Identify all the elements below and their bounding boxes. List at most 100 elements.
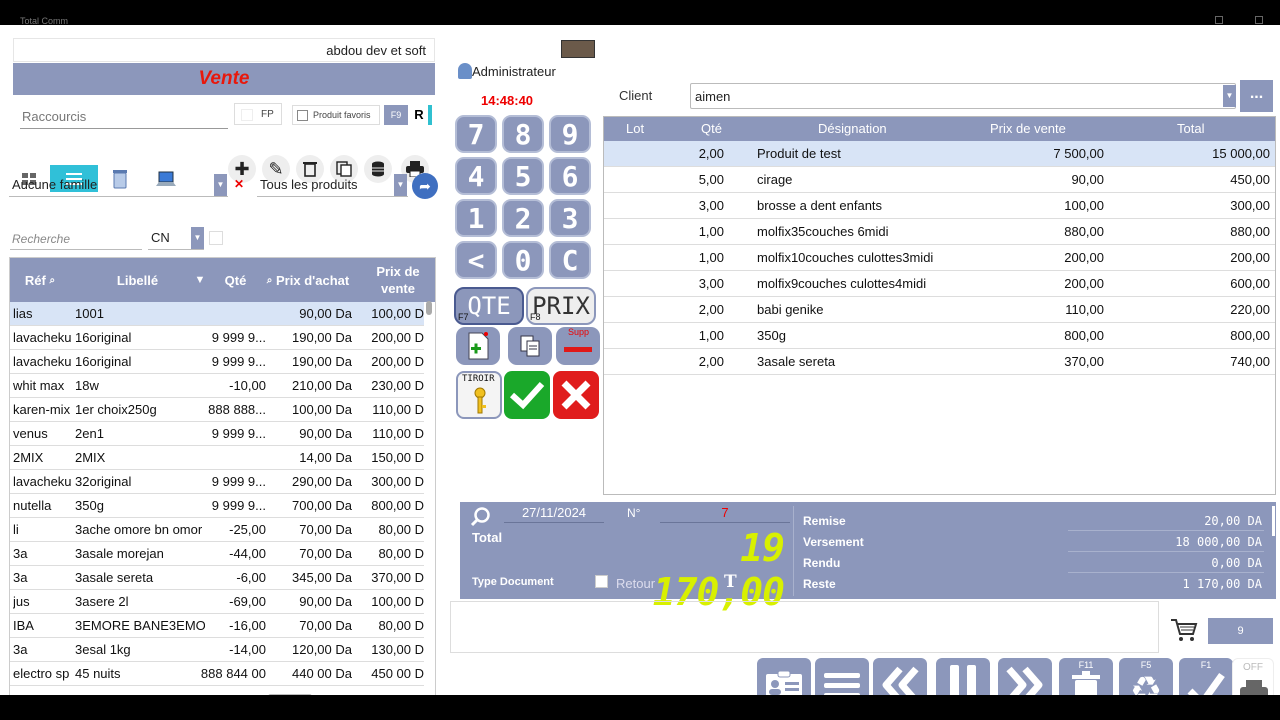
col-buy-price[interactable]: ⌕ Prix d'achat	[260, 258, 356, 302]
sale-line-row[interactable]: 3,00 molfix9couches culottes4midi 200,00 60…	[604, 271, 1275, 297]
delete-line-button[interactable]: Supp	[556, 327, 600, 365]
table-row[interactable]: karen-mix 1er choix250g 888 888... 100,00 D…	[10, 398, 424, 422]
col-price[interactable]: Prix de vente	[990, 117, 1066, 141]
clear-button[interactable]: F11	[1059, 658, 1113, 695]
table-row[interactable]: lavacheku 16original 9 999 9... 190,00 Da 20…	[10, 326, 424, 350]
family-select[interactable]: Aucune famille ▼	[9, 173, 228, 197]
keypad-key[interactable]: 5	[502, 157, 544, 195]
doc-date[interactable]: 27/11/2024	[504, 505, 604, 523]
f8-label: F8	[530, 312, 541, 322]
shortcuts-input[interactable]	[20, 105, 228, 129]
line-total: 450,00	[1230, 172, 1270, 187]
row-buy-price: 120,00 Da	[292, 642, 352, 657]
filter-icon[interactable]: ▼	[192, 258, 208, 302]
row-sell-price: 100,00 D	[371, 594, 424, 609]
sale-line-row[interactable]: 1,00 molfix35couches 6midi 880,00 880,00	[604, 219, 1275, 245]
table-row[interactable]: 3a 3esal 1kg -14,00 120,00 Da 130,00 D	[10, 638, 424, 662]
row-sell-price: 200,00 D	[371, 330, 424, 345]
table-row[interactable]: 3a 3asale morejan -44,00 70,00 Da 80,00 D	[10, 542, 424, 566]
recycle-button[interactable]: F5 ♻	[1119, 658, 1173, 695]
grid-vertical-scrollbar[interactable]	[426, 301, 432, 315]
col-ref[interactable]: Réf ⌕	[10, 258, 70, 302]
row-qty: 9 999 9...	[211, 354, 266, 369]
sale-line-row[interactable]: 1,00 molfix10couches culottes3midi 200,00 2…	[604, 245, 1275, 271]
remise-value[interactable]: 20,00 DA	[1080, 514, 1262, 528]
table-row[interactable]: nutella 350g 9 999 9... 700,00 Da 800,00 D	[10, 494, 424, 518]
pause-button[interactable]: F6	[936, 658, 990, 695]
table-row[interactable]: lavacheku 32original 9 999 9... 290,00 Da 30…	[10, 470, 424, 494]
keypad-key[interactable]: 3	[549, 199, 591, 237]
keypad-key[interactable]: <	[455, 241, 497, 279]
sale-line-row[interactable]: 3,00 brosse a dent enfants 100,00 300,00	[604, 193, 1275, 219]
previous-button[interactable]	[873, 658, 927, 695]
sale-line-row[interactable]: 2,00 Produit de test 7 500,00 15 000,00	[604, 141, 1275, 167]
cancel-button[interactable]	[553, 371, 599, 419]
col-sell-price[interactable]: Prix de vente	[364, 258, 432, 302]
col-qty[interactable]: Qté	[701, 117, 722, 141]
keypad-key[interactable]: 6	[549, 157, 591, 195]
go-button[interactable]: ➦	[412, 173, 438, 199]
keypad-key[interactable]: 8	[502, 115, 544, 153]
col-label[interactable]: Libellé	[70, 258, 205, 302]
duplicate-icon	[520, 335, 540, 357]
validate-button[interactable]	[504, 371, 550, 419]
sale-line-row[interactable]: 2,00 3asale sereta 370,00 740,00	[604, 349, 1275, 375]
col-designation[interactable]: Désignation	[818, 117, 887, 141]
keypad-key[interactable]: 4	[455, 157, 497, 195]
keypad-key[interactable]: 7	[455, 115, 497, 153]
table-row[interactable]: jus 3asere 2l -69,00 90,00 Da 100,00 D	[10, 590, 424, 614]
table-row[interactable]: lavacheku 16original 9 999 9... 190,00 Da 20…	[10, 350, 424, 374]
new-document-button[interactable]	[456, 327, 500, 365]
line-designation: brosse a dent enfants	[757, 198, 883, 213]
search-icon[interactable]	[470, 506, 492, 528]
menu-button[interactable]	[815, 658, 869, 695]
print-toggle-button[interactable]: OFF	[1232, 658, 1274, 695]
client-select[interactable]: aimen ▼	[690, 83, 1236, 109]
search-input[interactable]	[10, 228, 142, 250]
next-button[interactable]	[998, 658, 1052, 695]
drawer-button[interactable]: TIROIR	[456, 371, 502, 419]
favorites-checkbox[interactable]: Produit favoris	[292, 105, 380, 125]
col-total[interactable]: Total	[1177, 117, 1204, 141]
table-row[interactable]: lias 1001 90,00 Da 100,00 D	[10, 302, 424, 326]
duplicate-button[interactable]	[508, 327, 552, 365]
keypad-key[interactable]: 1	[455, 199, 497, 237]
confirm-button[interactable]: F1	[1179, 658, 1233, 695]
table-row[interactable]: 3a 3asale sereta -6,00 345,00 Da 370,00 D	[10, 566, 424, 590]
keypad-key[interactable]: 9	[549, 115, 591, 153]
f9-button[interactable]: F9	[384, 105, 408, 125]
fp-checkbox[interactable]: FP	[234, 103, 282, 125]
col-qty[interactable]: Qté	[208, 258, 263, 302]
table-row[interactable]: venus 2en1 9 999 9... 90,00 Da 110,00 D	[10, 422, 424, 446]
row-qty: -6,00	[236, 570, 266, 585]
sale-line-row[interactable]: 5,00 cirage 90,00 450,00	[604, 167, 1275, 193]
col-lot[interactable]: Lot	[626, 117, 644, 141]
line-designation: molfix35couches 6midi	[757, 224, 889, 239]
retour-checkbox[interactable]	[595, 575, 608, 588]
minimize-button[interactable]	[1215, 16, 1223, 24]
maximize-button[interactable]	[1255, 16, 1263, 24]
products-select[interactable]: Tous les produits ▼	[257, 173, 408, 197]
sale-line-row[interactable]: 1,00 350g 800,00 800,00	[604, 323, 1275, 349]
row-buy-price: 14,00 Da	[299, 450, 352, 465]
search-checkbox[interactable]	[209, 231, 223, 245]
message-box[interactable]	[450, 601, 1159, 653]
table-row[interactable]: li 3ache omore bn omor -25,00 70,00 Da 80,00…	[10, 518, 424, 542]
customer-card-button[interactable]	[757, 658, 811, 695]
table-row[interactable]: electro sp 45 nuits 888 844 00 440 00 Da 450…	[10, 662, 424, 686]
search-mode-select[interactable]: CN ▼	[148, 226, 204, 250]
minus-icon	[564, 347, 592, 352]
table-row[interactable]: IBA 3EMORE BANE3EMORE -16,00 70,00 Da 80,00 …	[10, 614, 424, 638]
row-buy-price: 90,00 Da	[299, 306, 352, 321]
keypad-key[interactable]: 2	[502, 199, 544, 237]
keypad-key[interactable]: 0	[502, 241, 544, 279]
text-format-icon[interactable]: T	[724, 572, 737, 592]
table-row[interactable]: whit max 18w -10,00 210,00 Da 230,00 D	[10, 374, 424, 398]
keypad-key[interactable]: C	[549, 241, 591, 279]
versement-value[interactable]: 18 000,00 DA	[1080, 535, 1262, 549]
clear-family-icon[interactable]: ✕	[234, 177, 244, 191]
sale-line-row[interactable]: 2,00 babi genike 110,00 220,00	[604, 297, 1275, 323]
table-row[interactable]: 2MIX 2MIX 14,00 Da 150,00 D	[10, 446, 424, 470]
r-button[interactable]: R	[410, 105, 432, 125]
client-more-button[interactable]: ...	[1240, 80, 1273, 112]
